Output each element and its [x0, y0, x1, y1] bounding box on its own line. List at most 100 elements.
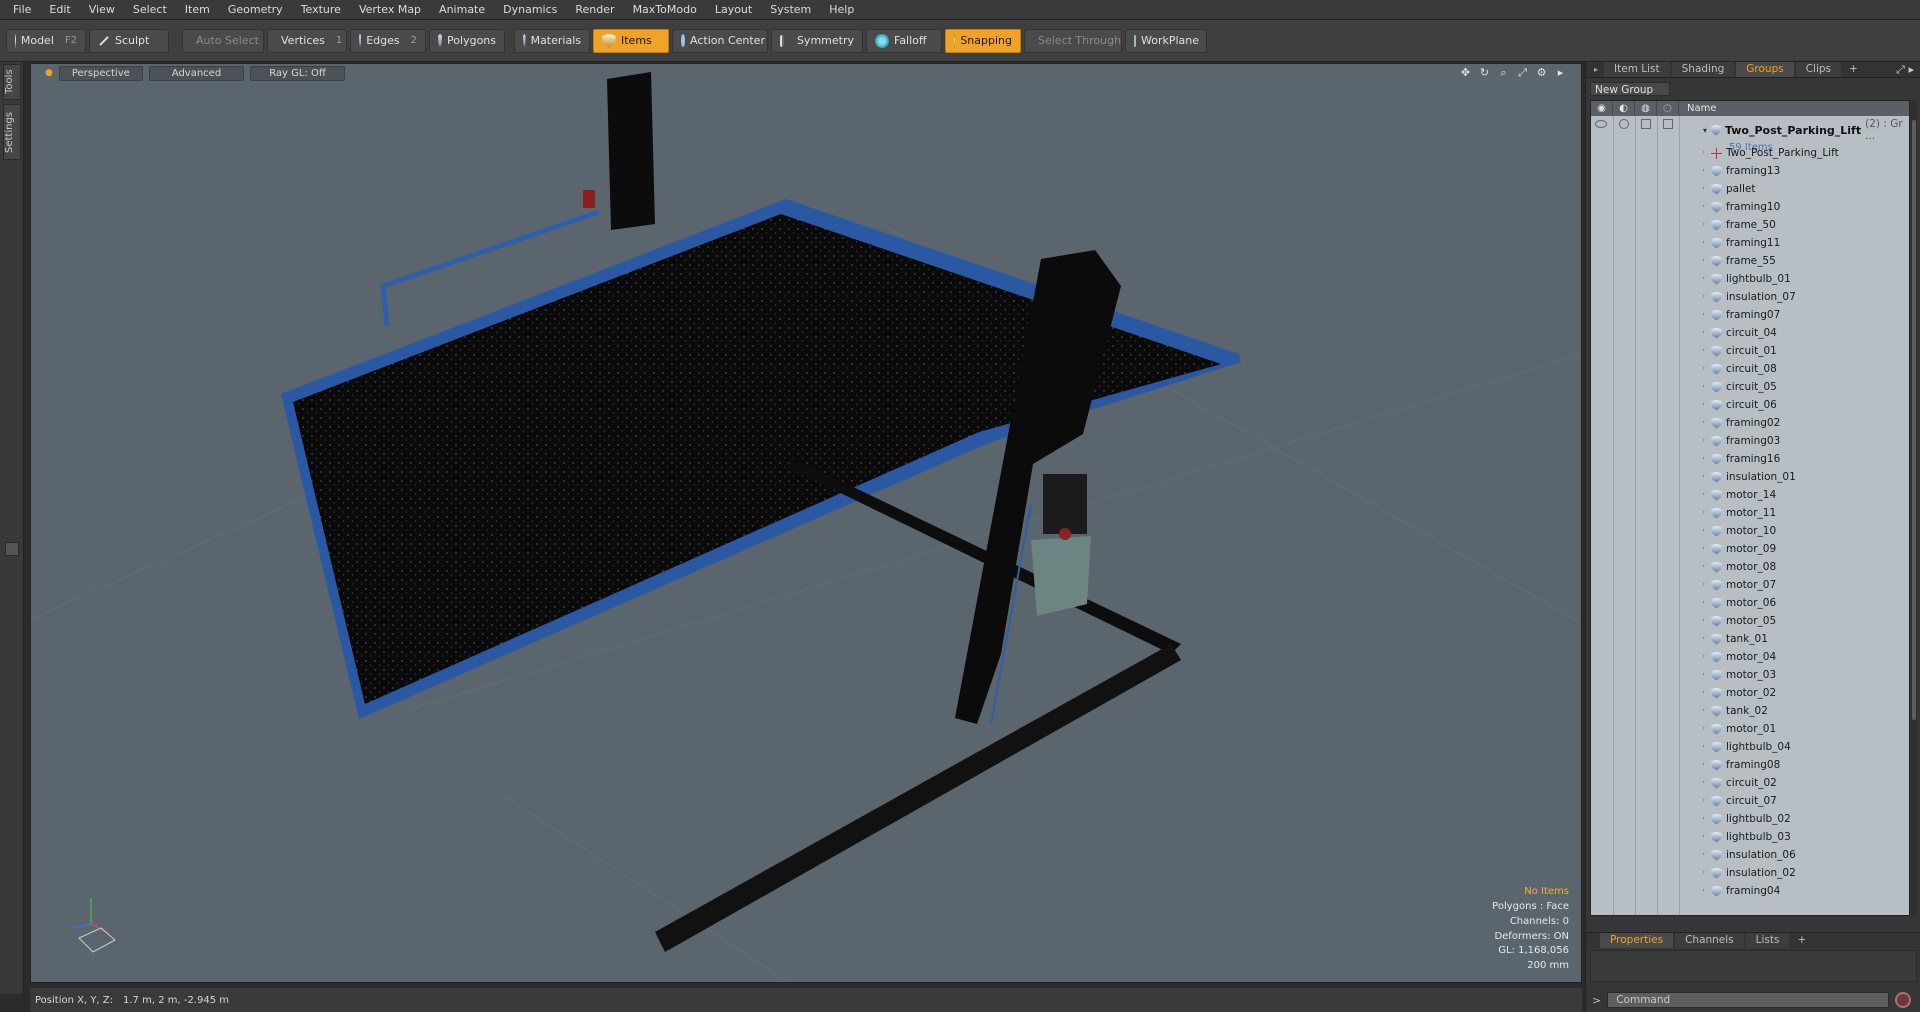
model-mode-button[interactable]: Model F2 [6, 28, 86, 53]
menu-render[interactable]: Render [566, 0, 623, 20]
list-item[interactable]: · framing03 [1591, 432, 1909, 450]
select-through-button[interactable]: Select Through [1024, 28, 1122, 53]
select-toggle[interactable] [1663, 119, 1673, 129]
list-item[interactable]: · motor_08 [1591, 558, 1909, 576]
tab-settings[interactable]: Settings [3, 104, 21, 160]
list-item[interactable]: · circuit_08 [1591, 360, 1909, 378]
sculpt-mode-button[interactable]: Sculpt [89, 28, 169, 53]
viewport-settings-icon[interactable]: ⚙ [1535, 66, 1548, 79]
menu-layout[interactable]: Layout [706, 0, 761, 20]
lock-toggle[interactable] [1641, 119, 1651, 129]
scene-render[interactable] [31, 64, 1582, 983]
list-item[interactable]: · insulation_07 [1591, 288, 1909, 306]
zoom-view-icon[interactable]: ⌕ [1497, 66, 1510, 79]
panel-expand-icon[interactable]: ⤢ ▸ [1896, 63, 1914, 77]
list-item[interactable]: · circuit_06 [1591, 396, 1909, 414]
scrollbar-thumb[interactable] [1912, 120, 1916, 720]
list-item[interactable]: · insulation_02 [1591, 864, 1909, 882]
list-item[interactable]: · lightbulb_04 [1591, 738, 1909, 756]
tab-item-list[interactable]: Item List [1604, 62, 1670, 77]
list-item[interactable]: · framing10 [1591, 198, 1909, 216]
list-item[interactable]: · framing08 [1591, 756, 1909, 774]
menu-dynamics[interactable]: Dynamics [494, 0, 566, 20]
list-item[interactable]: · motor_03 [1591, 666, 1909, 684]
visibility-eye-icon[interactable] [1595, 120, 1607, 128]
list-item[interactable]: · pallet [1591, 180, 1909, 198]
command-input[interactable]: Command [1607, 992, 1890, 1008]
list-item[interactable]: · framing16 [1591, 450, 1909, 468]
menu-animate[interactable]: Animate [430, 0, 494, 20]
tab-channels[interactable]: Channels [1675, 933, 1744, 948]
list-item[interactable]: · frame_50 [1591, 216, 1909, 234]
vertices-button[interactable]: Vertices 1 [267, 28, 347, 53]
tab-groups[interactable]: Groups [1736, 62, 1794, 77]
items-button[interactable]: Items [593, 28, 669, 53]
visibility-column-icon[interactable]: ◉ [1591, 101, 1613, 116]
render-column-icon[interactable]: ◐ [1613, 101, 1635, 116]
strip-handle[interactable] [5, 542, 19, 556]
list-item[interactable]: · motor_14 [1591, 486, 1909, 504]
list-item[interactable]: · motor_10 [1591, 522, 1909, 540]
auto-select-button[interactable]: Auto Select [182, 28, 264, 53]
move-view-icon[interactable]: ✥ [1459, 66, 1472, 79]
list-item[interactable]: · circuit_04 [1591, 324, 1909, 342]
render-toggle[interactable] [1619, 119, 1629, 129]
list-item[interactable]: · circuit_05 [1591, 378, 1909, 396]
list-item[interactable]: · framing02 [1591, 414, 1909, 432]
command-stop-icon[interactable] [1895, 992, 1912, 1008]
materials-button[interactable]: Materials [514, 28, 590, 53]
list-item[interactable]: · tank_02 [1591, 702, 1909, 720]
tab-properties[interactable]: Properties [1600, 933, 1674, 948]
menu-system[interactable]: System [761, 0, 820, 20]
list-item[interactable]: · framing07 [1591, 306, 1909, 324]
list-item[interactable]: · framing13 [1591, 162, 1909, 180]
menu-maxtomodo[interactable]: MaxToModo [624, 0, 706, 20]
falloff-button[interactable]: Falloff [866, 28, 942, 53]
tree-scrollbar[interactable] [1911, 100, 1917, 916]
list-item[interactable]: · framing04 [1591, 882, 1909, 900]
tab-shading[interactable]: Shading [1671, 62, 1735, 77]
list-item[interactable]: · circuit_01 [1591, 342, 1909, 360]
menu-geometry[interactable]: Geometry [219, 0, 292, 20]
list-item[interactable]: · motor_01 [1591, 720, 1909, 738]
list-item[interactable]: · motor_06 [1591, 594, 1909, 612]
polygons-button[interactable]: Polygons [429, 28, 505, 53]
lock-column-icon[interactable]: ◍ [1635, 101, 1657, 116]
viewport-menu-icon[interactable]: ● [45, 68, 53, 78]
list-item[interactable]: · motor_02 [1591, 684, 1909, 702]
list-item[interactable]: · insulation_06 [1591, 846, 1909, 864]
list-item[interactable]: · lightbulb_03 [1591, 828, 1909, 846]
tab-tools[interactable]: Tools [3, 64, 21, 100]
list-item[interactable]: · lightbulb_02 [1591, 810, 1909, 828]
maximize-view-icon[interactable]: ⤢ [1516, 66, 1529, 79]
list-item[interactable]: · motor_11 [1591, 504, 1909, 522]
shading-dropdown[interactable]: Advanced [148, 65, 245, 81]
menu-texture[interactable]: Texture [292, 0, 350, 20]
action-center-button[interactable]: Action Center [672, 28, 768, 53]
view-mode-dropdown[interactable]: Perspective [58, 65, 143, 81]
new-group-button[interactable]: New Group [1590, 82, 1670, 96]
workplane-button[interactable]: WorkPlane [1125, 28, 1207, 53]
add-tab-icon[interactable]: + [1843, 62, 1864, 77]
raygl-dropdown[interactable]: Ray GL: Off [250, 65, 345, 81]
expand-arrow-icon[interactable]: ▾ [1703, 126, 1707, 135]
list-item[interactable]: · frame_55 [1591, 252, 1909, 270]
menu-edit[interactable]: Edit [40, 0, 79, 20]
list-item[interactable]: · circuit_02 [1591, 774, 1909, 792]
list-item[interactable]: · framing11 [1591, 234, 1909, 252]
select-column-icon[interactable]: ◌ [1657, 101, 1679, 116]
list-item[interactable]: · motor_05 [1591, 612, 1909, 630]
add-tab-icon[interactable]: + [1791, 933, 1812, 948]
list-item[interactable]: · motor_09 [1591, 540, 1909, 558]
menu-item[interactable]: Item [176, 0, 219, 20]
locator-row[interactable]: · Two_Post_Parking_Lift [1591, 144, 1909, 162]
menu-select[interactable]: Select [124, 0, 176, 20]
list-item[interactable]: · motor_04 [1591, 648, 1909, 666]
edges-button[interactable]: Edges 2 [350, 28, 426, 53]
panel-menu-icon[interactable]: ▸ [1594, 65, 1598, 74]
group-root-row[interactable]: ▾ Two_Post_Parking_Lift (2) : Gr ... 59 … [1591, 116, 1909, 153]
list-item[interactable]: · lightbulb_01 [1591, 270, 1909, 288]
rotate-view-icon[interactable]: ↻ [1478, 66, 1491, 79]
tab-clips[interactable]: Clips [1795, 62, 1842, 77]
snapping-button[interactable]: Snapping [945, 28, 1021, 53]
